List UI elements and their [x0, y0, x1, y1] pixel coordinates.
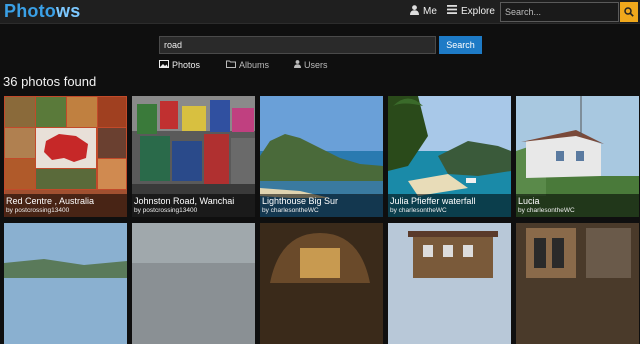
photo-thumbnail	[516, 223, 639, 344]
photo-author[interactable]: by charlesontheWC	[262, 207, 383, 214]
photo-author[interactable]: by postcrossing13400	[6, 207, 127, 214]
user-icon	[294, 60, 301, 70]
photo-tile[interactable]	[388, 223, 511, 344]
photo-title[interactable]: Red Centre , Australia	[6, 196, 127, 206]
main-search-button[interactable]: Search	[439, 36, 482, 54]
header-search-button[interactable]	[620, 2, 638, 22]
photo-thumbnail	[388, 223, 511, 344]
logo-text: Photo	[4, 1, 56, 21]
photo-tile[interactable]: Johnston Road, Wanchai by postcrossing13…	[132, 96, 255, 217]
user-icon	[410, 5, 419, 18]
photo-caption: Julia Pfieffer waterfall by charlesonthe…	[388, 194, 511, 217]
filter-tab-albums[interactable]: Albums	[226, 60, 269, 70]
filter-tab-photos[interactable]: Photos	[159, 60, 200, 70]
photo-tile[interactable]: Lucia by charlesontheWC	[516, 96, 639, 217]
nav-explore-link[interactable]: Explore	[447, 5, 495, 17]
menu-icon	[447, 5, 457, 17]
photo-tile[interactable]: Lighthouse Big Sur by charlesontheWC	[260, 96, 383, 217]
photo-caption: Lucia by charlesontheWC	[516, 194, 639, 217]
photo-author[interactable]: by postcrossing13400	[134, 207, 255, 214]
search-icon	[624, 5, 634, 20]
photo-tile[interactable]: Red Centre , Australia by postcrossing13…	[4, 96, 127, 217]
top-navigation-bar: Photows Me Explore	[0, 0, 640, 24]
photo-thumbnail	[132, 223, 255, 344]
photo-title[interactable]: Johnston Road, Wanchai	[134, 196, 255, 206]
main-search-input[interactable]	[159, 36, 436, 54]
filter-tab-users[interactable]: Users	[294, 60, 328, 70]
photo-tile[interactable]	[516, 223, 639, 344]
photo-tile[interactable]: Julia Pfieffer waterfall by charlesonthe…	[388, 96, 511, 217]
image-icon	[159, 60, 169, 70]
results-count: 36 photos found	[3, 74, 97, 89]
filter-users-label: Users	[304, 60, 328, 70]
photo-author[interactable]: by charlesontheWC	[390, 207, 511, 214]
photo-tile[interactable]	[132, 223, 255, 344]
photo-title[interactable]: Lighthouse Big Sur	[262, 196, 383, 206]
photo-grid: Red Centre , Australia by postcrossing13…	[0, 96, 640, 344]
nav-me-link[interactable]: Me	[410, 5, 437, 18]
photo-thumbnail	[4, 223, 127, 344]
photo-caption: Lighthouse Big Sur by charlesontheWC	[260, 194, 383, 217]
nav-explore-label: Explore	[461, 5, 495, 17]
photo-thumbnail	[260, 223, 383, 344]
nav-me-label: Me	[423, 6, 437, 17]
photo-caption: Johnston Road, Wanchai by postcrossing13…	[132, 194, 255, 217]
app-logo[interactable]: Photows	[4, 1, 80, 22]
photo-title[interactable]: Lucia	[518, 196, 639, 206]
folder-icon	[226, 60, 236, 70]
filter-photos-label: Photos	[172, 60, 201, 70]
photo-author[interactable]: by charlesontheWC	[518, 207, 639, 214]
logo-text-accent: ws	[56, 1, 81, 21]
photo-tile[interactable]	[260, 223, 383, 344]
filter-albums-label: Albums	[239, 60, 270, 70]
photo-title[interactable]: Julia Pfieffer waterfall	[390, 196, 511, 206]
photo-caption: Red Centre , Australia by postcrossing13…	[4, 194, 127, 217]
header-search-input[interactable]	[500, 2, 619, 22]
photo-tile[interactable]	[4, 223, 127, 344]
